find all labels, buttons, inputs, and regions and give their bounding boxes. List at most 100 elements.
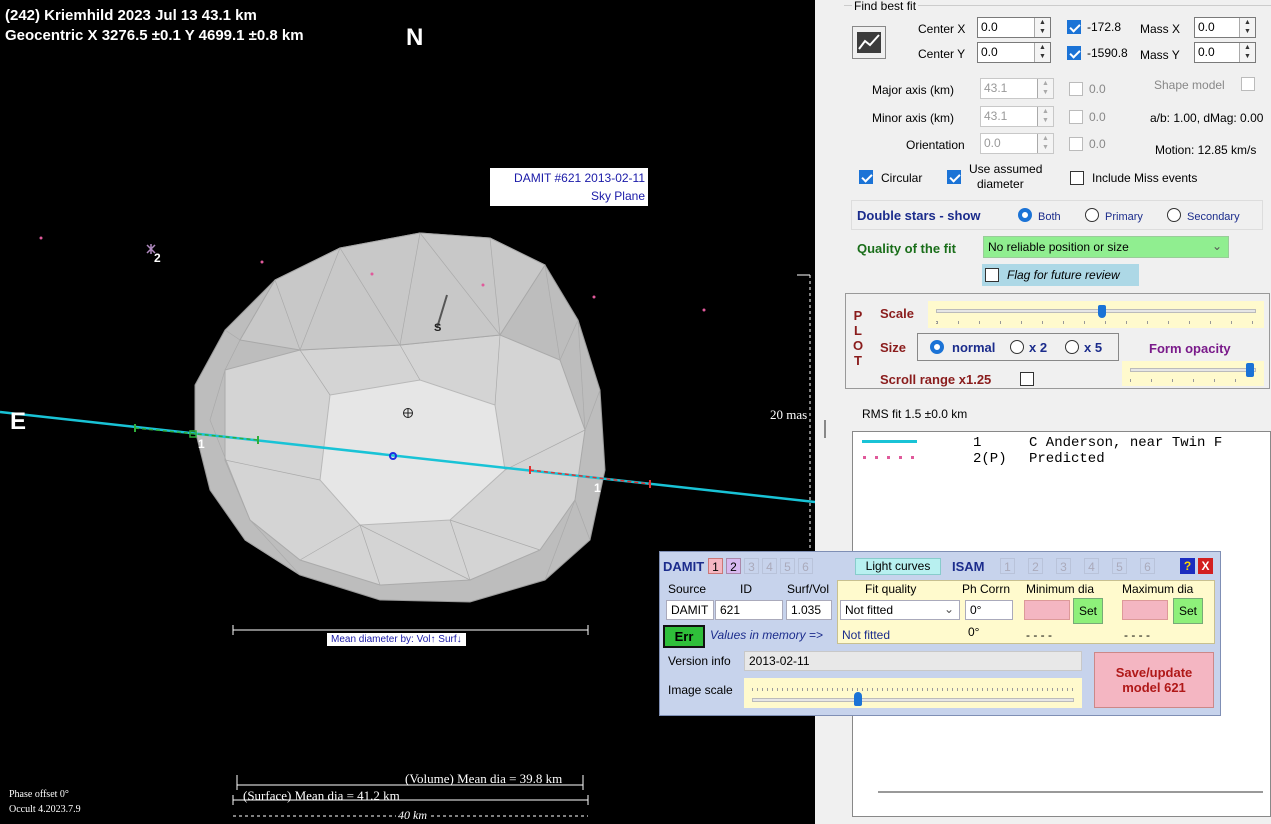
spinner-icon[interactable]: ▲ ▼ (1239, 43, 1255, 62)
opacity-slider-thumb[interactable] (1245, 363, 1254, 377)
fit-quality-select[interactable]: Not fitted ⌄ (840, 600, 960, 620)
legend-row[interactable]: 1 C Anderson, near Twin F (973, 435, 1222, 451)
set-max-button[interactable]: Set (1173, 598, 1203, 624)
source-field[interactable]: DAMIT (666, 600, 714, 620)
center-y-checkbox[interactable] (1067, 46, 1081, 60)
damit-model-2[interactable]: 2 (726, 558, 741, 574)
memory-ph-corrn: 0° (968, 625, 980, 639)
isam-model-6[interactable]: 6 (1140, 558, 1155, 574)
image-scale-thumb[interactable] (854, 692, 863, 706)
size-label: Size (880, 340, 907, 355)
circular-label: Circular (881, 171, 923, 185)
damit-title: DAMIT (663, 559, 705, 574)
chart-icon (857, 32, 881, 53)
scale-slider[interactable] (928, 301, 1264, 328)
find-best-fit-button[interactable] (852, 26, 886, 59)
orientation-checkbox[interactable] (1069, 137, 1083, 151)
orientation-input[interactable]: 0.0 ▲ ▼ (980, 133, 1054, 154)
mass-y-value: 0.0 (1198, 45, 1215, 59)
mass-y-input[interactable]: 0.0 ▲ ▼ (1194, 42, 1256, 63)
both-radio[interactable] (1018, 208, 1032, 222)
version-info-field[interactable]: 2013-02-11 (744, 651, 1082, 671)
light-curves-button[interactable]: Light curves (855, 558, 941, 575)
opacity-slider[interactable] (1122, 361, 1264, 386)
splitter-handle[interactable] (824, 420, 826, 438)
shape-model-label: Shape model (1154, 78, 1225, 92)
quality-value: No reliable position or size (988, 240, 1129, 254)
model-label-name: DAMIT #621 2013-02-11 (514, 171, 645, 185)
isam-model-5[interactable]: 5 (1112, 558, 1127, 574)
major-axis-checkbox[interactable] (1069, 82, 1083, 96)
spinner-icon[interactable]: ▲ ▼ (1037, 134, 1053, 153)
isam-model-3[interactable]: 3 (1056, 558, 1071, 574)
center-x-value: 0.0 (981, 20, 998, 34)
chord1b-label: 1 (594, 481, 601, 495)
center-x-checkbox[interactable] (1067, 20, 1081, 34)
close-icon[interactable]: X (1198, 558, 1213, 574)
surfvol-field[interactable]: 1.035 (786, 600, 832, 620)
damit-model-5[interactable]: 5 (780, 558, 795, 574)
spinner-icon[interactable]: ▲ ▼ (1239, 18, 1255, 37)
shape-model-checkbox[interactable] (1241, 77, 1255, 91)
chevron-down-icon: ⌄ (943, 602, 954, 616)
spinner-icon[interactable]: ▲ ▼ (1037, 79, 1053, 98)
isam-model-2[interactable]: 2 (1028, 558, 1043, 574)
id-field[interactable]: 621 (715, 600, 783, 620)
phase-offset: Phase offset 0° (9, 789, 69, 800)
mass-x-input[interactable]: 0.0 ▲ ▼ (1194, 17, 1256, 38)
min-dia-field[interactable] (1024, 600, 1070, 620)
quality-select[interactable]: No reliable position or size ⌄ (983, 236, 1229, 258)
east-label: E (10, 408, 27, 435)
spinner-icon[interactable]: ▲ ▼ (1034, 18, 1050, 37)
primary-radio[interactable] (1085, 208, 1099, 222)
size-x5-radio[interactable] (1065, 340, 1079, 354)
scroll-range-checkbox[interactable] (1020, 372, 1034, 386)
err-button[interactable]: Err (663, 625, 705, 648)
scale-slider-ticks (936, 321, 1256, 324)
damit-model-4[interactable]: 4 (762, 558, 777, 574)
motion-label: Motion: 12.85 km/s (1155, 143, 1257, 157)
orientation-label: Orientation (906, 138, 965, 152)
size-x2-radio[interactable] (1010, 340, 1024, 354)
spinner-icon[interactable]: ▲ ▼ (1034, 43, 1050, 62)
center-x-input[interactable]: 0.0 ▲ ▼ (977, 17, 1051, 38)
occult-version: Occult 4.2023.7.9 (9, 804, 81, 815)
best-fit-title: Find best fit (852, 0, 919, 13)
include-miss-checkbox[interactable] (1070, 171, 1084, 185)
form-opacity-label: Form opacity (1149, 341, 1231, 356)
primary-label: Primary (1105, 211, 1143, 223)
center-y-input[interactable]: 0.0 ▲ ▼ (977, 42, 1051, 63)
save-line2: model 621 (1122, 680, 1186, 695)
flag-review-checkbox[interactable] (985, 268, 999, 282)
damit-model-1[interactable]: 1 (708, 558, 723, 574)
set-min-button[interactable]: Set (1073, 598, 1103, 624)
rms-fit: RMS fit 1.5 ±0.0 km (862, 407, 968, 421)
memory-max-dia: - - - - (1124, 628, 1150, 642)
damit-model-3[interactable]: 3 (744, 558, 759, 574)
legend-row[interactable]: 2(P) Predicted (973, 451, 1263, 467)
damit-model-6[interactable]: 6 (798, 558, 813, 574)
save-update-model-button[interactable]: Save/update model 621 (1094, 652, 1214, 708)
minor-axis-input[interactable]: 43.1 ▲ ▼ (980, 106, 1054, 127)
size-normal-radio[interactable] (930, 340, 944, 354)
secondary-radio[interactable] (1167, 208, 1181, 222)
max-dia-field[interactable] (1122, 600, 1168, 620)
help-icon[interactable]: ? (1180, 558, 1195, 574)
isam-model-4[interactable]: 4 (1084, 558, 1099, 574)
use-assumed-checkbox[interactable] (947, 170, 961, 184)
isam-title: ISAM (952, 559, 985, 574)
circular-checkbox[interactable] (859, 170, 873, 184)
volume-mean-dia: (Volume) Mean dia = 39.8 km (405, 771, 563, 786)
secondary-label: Secondary (1187, 211, 1240, 223)
isam-model-1[interactable]: 1 (1000, 558, 1015, 574)
geocentric-position: Geocentric X 3276.5 ±0.1 Y 4699.1 ±0.8 k… (5, 27, 304, 44)
major-axis-input[interactable]: 43.1 ▲ ▼ (980, 78, 1054, 99)
ph-corrn-field[interactable]: 0° (965, 600, 1013, 620)
size-x2-label: x 2 (1029, 340, 1048, 355)
spinner-icon[interactable]: ▲ ▼ (1037, 107, 1053, 126)
minor-axis-checkbox[interactable] (1069, 110, 1083, 124)
scale-label: Scale (880, 306, 914, 321)
both-label: Both (1038, 211, 1061, 223)
image-scale-slider[interactable] (744, 678, 1082, 708)
scale-slider-thumb[interactable] (1098, 305, 1107, 318)
